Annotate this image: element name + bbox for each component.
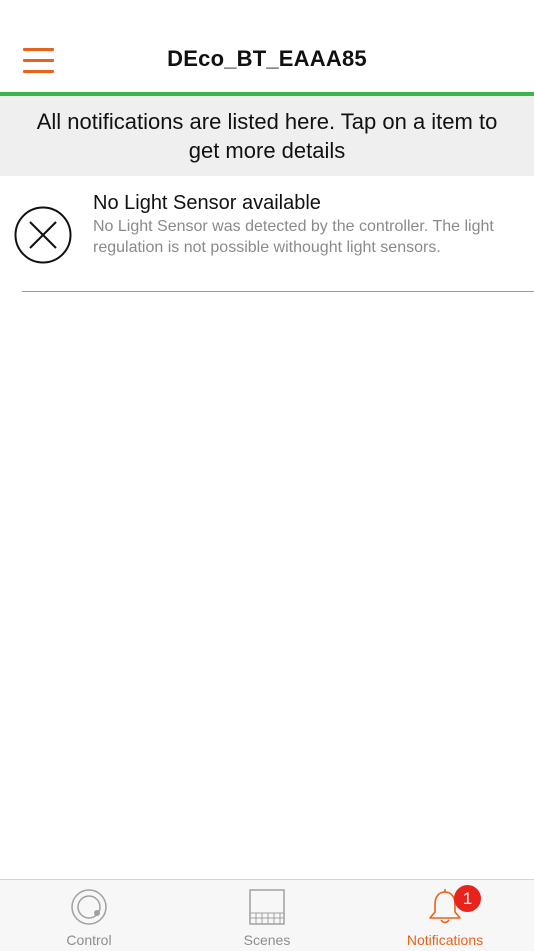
circle-x-icon [14, 206, 72, 264]
page-title: DEco_BT_EAAA85 [167, 46, 367, 71]
control-icon [71, 889, 107, 925]
tab-control-label: Control [66, 932, 112, 948]
tab-scenes-label: Scenes [243, 932, 291, 948]
notification-item[interactable]: No Light Sensor available No Light Senso… [0, 186, 534, 293]
notification-description: No Light Sensor was detected by the cont… [93, 218, 494, 256]
tab-notifications[interactable]: Notifications [356, 880, 534, 951]
header: DEco_BT_EAAA85 [0, 0, 534, 92]
scenes-icon [249, 889, 285, 925]
tab-notifications-label: Notifications [406, 932, 484, 948]
tab-control[interactable]: Control [0, 880, 178, 951]
info-banner: All notifications are listed here. Tap o… [0, 96, 534, 176]
notification-title: No Light Sensor available [93, 192, 321, 214]
tab-scenes[interactable]: Scenes [178, 880, 356, 951]
notifications-badge: 1 [454, 885, 481, 912]
tab-bar: Control Scenes Notifications [0, 879, 534, 951]
info-banner-text: All notifications are listed here. Tap o… [36, 109, 498, 163]
divider [22, 291, 534, 292]
